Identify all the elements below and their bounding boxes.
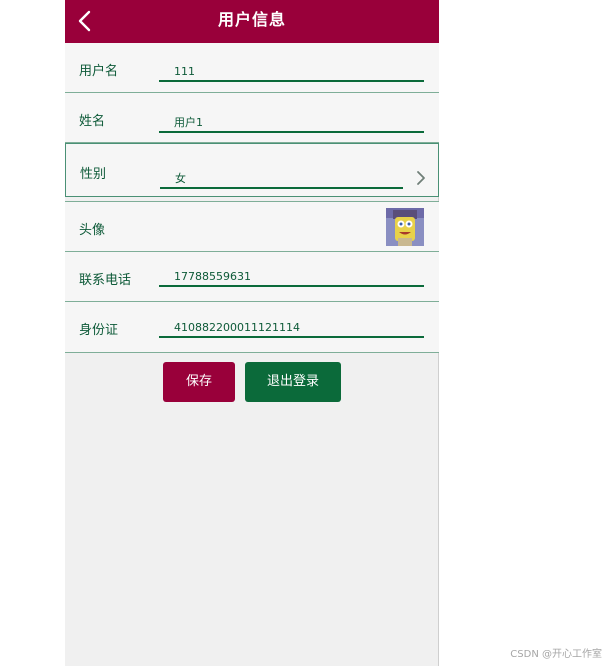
gender-label: 性别 (80, 167, 107, 182)
username-input[interactable] (159, 62, 424, 82)
gender-row[interactable]: 性别 (65, 143, 439, 197)
avatar-label: 头像 (79, 223, 106, 238)
watermark: CSDN @开心工作室 (510, 649, 602, 660)
username-row: 用户名 (65, 43, 439, 93)
id-card-input[interactable] (159, 318, 424, 338)
name-row: 姓名 (65, 93, 439, 143)
username-label: 用户名 (79, 64, 119, 79)
id-card-label: 身份证 (79, 323, 119, 338)
phone-input[interactable] (159, 267, 424, 287)
chevron-right-icon[interactable] (416, 170, 426, 186)
phone-label: 联系电话 (79, 273, 132, 288)
page-title: 用户信息 (217, 10, 286, 29)
name-input[interactable] (159, 113, 424, 133)
phone-screen: 用户信息 用户名 姓名 性别 头像 (65, 0, 439, 666)
gender-select[interactable] (160, 169, 403, 189)
app-header: 用户信息 (65, 0, 439, 43)
logout-button[interactable]: 退出登录 (245, 362, 341, 402)
avatar-row: 头像 (65, 201, 439, 252)
phone-row: 联系电话 (65, 252, 439, 302)
id-card-row: 身份证 (65, 302, 439, 353)
avatar[interactable] (386, 208, 424, 246)
name-label: 姓名 (79, 114, 106, 129)
save-button[interactable]: 保存 (163, 362, 235, 402)
